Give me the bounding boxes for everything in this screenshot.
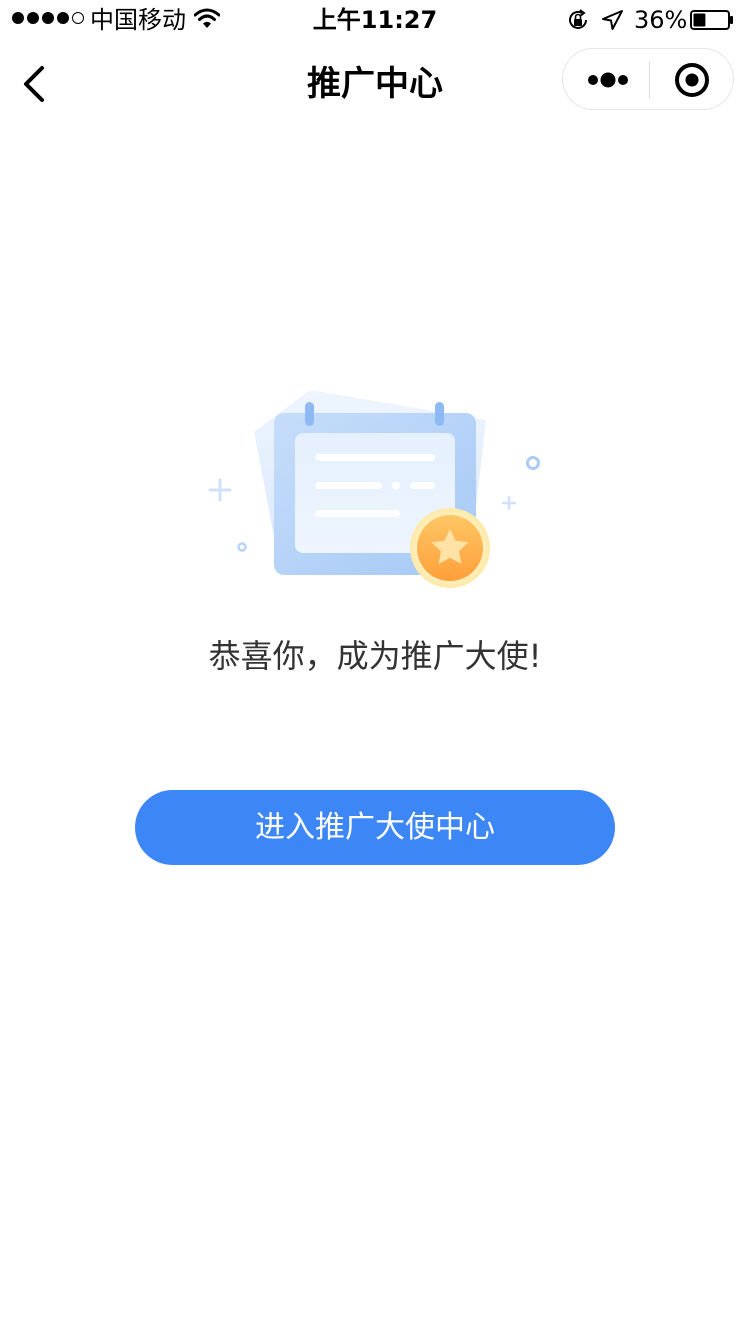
more-button[interactable] (563, 49, 649, 109)
close-miniprogram-button[interactable] (650, 49, 734, 109)
congrats-message: 恭喜你，成为推广大使! (208, 637, 542, 675)
target-circle-icon (675, 63, 709, 97)
rotation-lock-icon (569, 9, 587, 29)
navigation-bar: 推广中心 (0, 40, 750, 128)
more-dots-icon (588, 72, 628, 88)
status-bar: 中国移动 上午11:27 36% (0, 0, 750, 40)
battery-percent: 36% (634, 6, 688, 34)
miniprogram-capsule (562, 48, 734, 110)
enter-ambassador-center-button[interactable]: 进入推广大使中心 (135, 790, 615, 865)
location-arrow-icon (602, 10, 623, 30)
calendar-star-illustration (208, 390, 540, 588)
battery-icon (690, 10, 733, 30)
